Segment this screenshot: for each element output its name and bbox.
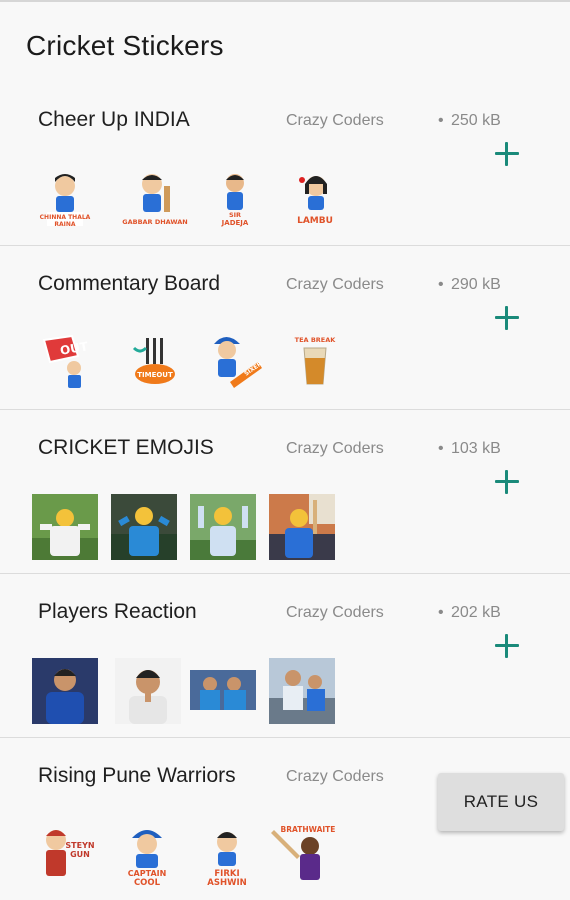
pack-size: 290 kB bbox=[451, 276, 501, 293]
add-to-whatsapp-button[interactable] bbox=[493, 304, 521, 332]
sticker-cartoon-player-icon: CAPTAIN COOL bbox=[114, 822, 180, 888]
pack-publisher: Crazy Coders bbox=[286, 768, 384, 785]
sticker-pack-item[interactable]: Players Reaction Crazy Coders • 202 kB bbox=[0, 574, 570, 738]
pack-name: Commentary Board bbox=[38, 272, 221, 295]
sticker-cartoon-player-icon: CHINNA THALA RAINA bbox=[32, 166, 98, 232]
add-to-whatsapp-button[interactable] bbox=[493, 632, 521, 660]
svg-text:STEYN: STEYN bbox=[65, 841, 94, 850]
svg-text:JADEJA: JADEJA bbox=[221, 219, 249, 227]
sticker-cartoon-player-icon: STEYN GUN bbox=[34, 822, 100, 888]
svg-text:GABBAR DHAWAN: GABBAR DHAWAN bbox=[122, 218, 188, 226]
sticker-cartoon-player-icon: SIXER bbox=[200, 330, 266, 396]
svg-text:SIR: SIR bbox=[229, 211, 241, 219]
pack-name: Players Reaction bbox=[38, 600, 197, 623]
pack-name: Rising Pune Warriors bbox=[38, 764, 236, 787]
sticker-photo-player-icon bbox=[111, 494, 177, 560]
pack-name: CRICKET EMOJIS bbox=[38, 436, 214, 459]
svg-text:GUN: GUN bbox=[70, 850, 90, 859]
sticker-cartoon-player-icon: BRATHWAITE bbox=[270, 822, 336, 888]
sticker-photo-player-icon bbox=[32, 658, 98, 724]
sticker-photo-umpire-icon bbox=[32, 494, 98, 560]
page-title: Cricket Stickers bbox=[26, 30, 224, 61]
sticker-photo-player-icon bbox=[115, 658, 181, 724]
svg-text:SIXER: SIXER bbox=[243, 360, 264, 377]
sticker-photo-player-icon bbox=[269, 658, 335, 724]
pack-publisher: Crazy Coders bbox=[286, 112, 384, 129]
sticker-cartoon-player-icon: SIR JADEJA bbox=[202, 166, 268, 232]
pack-size: 202 kB bbox=[451, 604, 501, 621]
status-divider bbox=[0, 0, 570, 2]
svg-text:CHINNA THALA: CHINNA THALA bbox=[40, 214, 91, 221]
svg-text:BRATHWAITE: BRATHWAITE bbox=[281, 825, 336, 834]
sticker-cartoon-player-icon: LAMBU bbox=[282, 166, 348, 232]
svg-text:CAPTAIN: CAPTAIN bbox=[128, 869, 167, 878]
pack-name: Cheer Up INDIA bbox=[38, 108, 190, 131]
pack-publisher: Crazy Coders bbox=[286, 440, 384, 457]
sticker-out-sign-icon: OUT bbox=[38, 330, 104, 396]
sticker-pack-item[interactable]: Commentary Board Crazy Coders • 290 kB O… bbox=[0, 246, 570, 410]
svg-text:LAMBU: LAMBU bbox=[297, 216, 333, 226]
sticker-photo-player-icon bbox=[190, 670, 256, 710]
sticker-cartoon-player-icon: FIRKI ASHWIN bbox=[194, 822, 260, 888]
sticker-tea-glass-icon: TEA BREAK bbox=[282, 330, 348, 396]
pack-size: 250 kB bbox=[451, 112, 501, 129]
pack-size: 103 kB bbox=[451, 440, 501, 457]
separator-dot: • bbox=[438, 112, 444, 129]
separator-dot: • bbox=[438, 440, 444, 457]
svg-text:RAINA: RAINA bbox=[54, 221, 76, 228]
pack-publisher: Crazy Coders bbox=[286, 604, 384, 621]
sticker-pack-item[interactable]: CRICKET EMOJIS Crazy Coders • 103 kB bbox=[0, 410, 570, 574]
svg-text:ASHWIN: ASHWIN bbox=[207, 878, 246, 888]
svg-text:COOL: COOL bbox=[134, 878, 161, 888]
sticker-wicket-icon: TIMEOUT bbox=[122, 330, 188, 396]
sticker-pack-item[interactable]: Cheer Up INDIA Crazy Coders • 250 kB CHI… bbox=[0, 82, 570, 246]
sticker-photo-player-icon bbox=[190, 494, 256, 560]
rate-us-button[interactable]: RATE US bbox=[438, 773, 564, 831]
add-to-whatsapp-button[interactable] bbox=[493, 140, 521, 168]
pack-publisher: Crazy Coders bbox=[286, 276, 384, 293]
sticker-cartoon-player-icon: GABBAR DHAWAN bbox=[122, 166, 188, 232]
svg-text:TEA BREAK: TEA BREAK bbox=[295, 336, 337, 344]
separator-dot: • bbox=[438, 604, 444, 621]
add-to-whatsapp-button[interactable] bbox=[493, 468, 521, 496]
sticker-photo-player-icon bbox=[269, 494, 335, 560]
svg-text:TIMEOUT: TIMEOUT bbox=[137, 371, 173, 379]
separator-dot: • bbox=[438, 276, 444, 293]
